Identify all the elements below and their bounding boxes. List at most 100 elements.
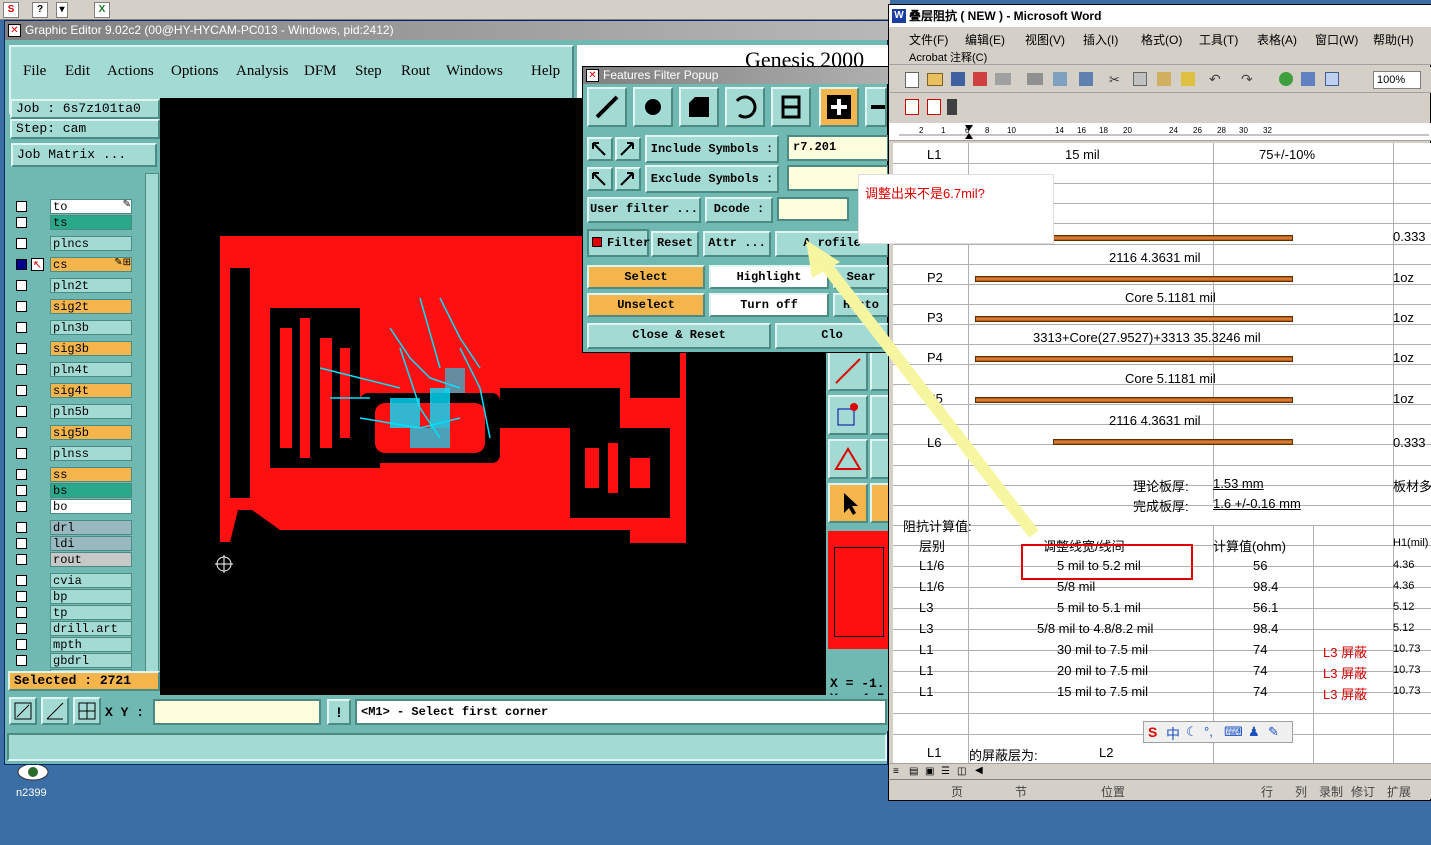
- layer-checkbox[interactable]: [16, 259, 27, 270]
- work-layer-icon[interactable]: ↖: [31, 258, 44, 271]
- menu-rout[interactable]: Rout: [401, 63, 430, 80]
- word-menu-table[interactable]: 表格(A): [1257, 31, 1297, 48]
- layer-row-ts[interactable]: ts: [14, 215, 139, 231]
- layer-checkbox[interactable]: [16, 448, 27, 459]
- save-icon[interactable]: [951, 72, 965, 86]
- include-symbols-input[interactable]: r7.201: [787, 135, 889, 161]
- filter-toggle[interactable]: Filter: [587, 229, 650, 257]
- menu-edit[interactable]: Edit: [65, 63, 90, 80]
- menu-file[interactable]: File: [23, 63, 46, 80]
- view-web-icon[interactable]: ▤: [909, 766, 918, 777]
- research-icon[interactable]: [1053, 72, 1067, 86]
- layer-row-sig4t[interactable]: sig4t: [14, 383, 139, 399]
- layer-row-ldi[interactable]: ldi: [14, 536, 139, 552]
- line-tool-2-icon[interactable]: [870, 351, 890, 391]
- view-normal-icon[interactable]: ≡: [893, 766, 899, 777]
- tables-icon[interactable]: [1301, 72, 1315, 86]
- word-menu-format[interactable]: 格式(O): [1141, 31, 1182, 48]
- attr-button[interactable]: Attr ...: [703, 231, 771, 257]
- menu-options[interactable]: Options: [171, 63, 219, 80]
- select-pointer-icon[interactable]: [828, 483, 868, 523]
- menu-actions[interactable]: Actions: [107, 63, 154, 80]
- negative-polarity-icon[interactable]: [865, 87, 887, 127]
- open-icon[interactable]: [927, 73, 943, 86]
- layer-checkbox[interactable]: [16, 238, 27, 249]
- view-print-icon[interactable]: ▣: [925, 766, 934, 777]
- highlight-button[interactable]: Highlight: [709, 265, 829, 289]
- layer-row-plncs[interactable]: plncs: [14, 236, 139, 252]
- pad-filter-icon[interactable]: [633, 87, 673, 127]
- help-icon[interactable]: ?: [32, 2, 48, 18]
- toolbar-options-icon[interactable]: [947, 99, 957, 115]
- turn-off-button[interactable]: Turn off: [709, 293, 829, 317]
- status-ext[interactable]: 扩展: [1387, 783, 1411, 800]
- arc-filter-icon[interactable]: [725, 87, 765, 127]
- select-box-icon[interactable]: [870, 483, 890, 523]
- ime-moon-icon[interactable]: ☾: [1186, 724, 1198, 740]
- close-button[interactable]: Clo: [775, 323, 889, 349]
- layer-row-pln4t[interactable]: pln4t: [14, 362, 139, 378]
- layer-checkbox[interactable]: [16, 280, 27, 291]
- layer-row-pln5b[interactable]: pln5b: [14, 404, 139, 420]
- layer-checkbox[interactable]: [16, 364, 27, 375]
- zoom-select[interactable]: 100%: [1373, 71, 1421, 89]
- pad-tool-icon[interactable]: [828, 395, 868, 435]
- layer-checkbox[interactable]: [16, 301, 27, 312]
- layer-row-gbdrl[interactable]: gbdrl: [14, 653, 139, 669]
- unselect-button[interactable]: Unselect: [587, 293, 705, 317]
- layer-row-to[interactable]: to ✎: [14, 199, 139, 215]
- pdf-icon[interactable]: [905, 99, 919, 115]
- layer-row-drill.art[interactable]: drill.art: [14, 621, 139, 637]
- redo-icon[interactable]: ↷: [1241, 71, 1253, 88]
- mini-map[interactable]: [828, 531, 890, 649]
- layer-row-sig2t[interactable]: sig2t: [14, 299, 139, 315]
- word-menu-tools[interactable]: 工具(T): [1199, 31, 1238, 48]
- layer-row-sig3b[interactable]: sig3b: [14, 341, 139, 357]
- word-menu-acrobat[interactable]: Acrobat 注释(C): [909, 49, 987, 65]
- surface-tool-icon[interactable]: [828, 439, 868, 479]
- ime-punct-icon[interactable]: °,: [1204, 724, 1213, 739]
- cut-icon[interactable]: ✂: [1109, 72, 1123, 87]
- print-preview-icon[interactable]: [1027, 73, 1043, 85]
- layer-checkbox[interactable]: [16, 655, 27, 666]
- layer-checkbox[interactable]: [16, 501, 27, 512]
- dcode-input[interactable]: [777, 197, 849, 221]
- layer-checkbox[interactable]: [16, 201, 27, 212]
- layer-scrollbar[interactable]: [145, 173, 159, 687]
- layer-row-cvia[interactable]: cvia: [14, 573, 139, 589]
- excel-icon[interactable]: X: [94, 2, 110, 18]
- positive-polarity-icon[interactable]: [819, 87, 859, 127]
- layer-row-bs[interactable]: bs: [14, 483, 139, 499]
- bang-button[interactable]: !: [327, 699, 351, 725]
- layer-checkbox[interactable]: [16, 607, 27, 618]
- measure-icon[interactable]: [41, 697, 69, 725]
- exclude-arrow-icon[interactable]: [587, 167, 613, 191]
- hyperlink-icon[interactable]: [1279, 72, 1293, 86]
- layer-checkbox[interactable]: [16, 469, 27, 480]
- layer-checkbox[interactable]: [16, 575, 27, 586]
- text-filter-icon[interactable]: [771, 87, 811, 127]
- include-symbols-button[interactable]: Include Symbols :: [645, 135, 779, 163]
- permission-icon[interactable]: [973, 72, 987, 86]
- view-reading-icon[interactable]: ◫: [957, 766, 966, 777]
- menu-dfm[interactable]: DFM: [304, 63, 337, 80]
- pdf-email-icon[interactable]: [927, 99, 941, 115]
- paste-icon[interactable]: [1157, 72, 1171, 86]
- ime-user-icon[interactable]: ♟: [1248, 724, 1260, 740]
- menu-windows[interactable]: Windows: [446, 63, 503, 80]
- scroll-left-icon[interactable]: ◀: [975, 765, 983, 776]
- line-filter-icon[interactable]: [587, 87, 627, 127]
- include-arrow2-icon[interactable]: [615, 137, 641, 161]
- layer-row-tp[interactable]: tp: [14, 605, 139, 621]
- ime-toolbar[interactable]: S 中 ☾ °, ⌨ ♟ ✎: [1143, 721, 1293, 743]
- new-doc-icon[interactable]: [905, 72, 919, 88]
- horizontal-scrollbar[interactable]: ≡ ▤ ▣ ☰ ◫ ◀: [889, 763, 1431, 779]
- insert-table-icon[interactable]: [1325, 72, 1339, 86]
- menu-analysis[interactable]: Analysis: [236, 63, 289, 80]
- horizontal-ruler[interactable]: 2 1 6 8 10 14 16 18 20 24 26 28 30 32: [889, 123, 1431, 141]
- layer-checkbox[interactable]: [16, 385, 27, 396]
- ime-keyboard-icon[interactable]: ⌨: [1224, 724, 1243, 740]
- include-arrow-icon[interactable]: [587, 137, 613, 161]
- layer-checkbox[interactable]: [16, 322, 27, 333]
- copy-icon[interactable]: [1133, 72, 1147, 86]
